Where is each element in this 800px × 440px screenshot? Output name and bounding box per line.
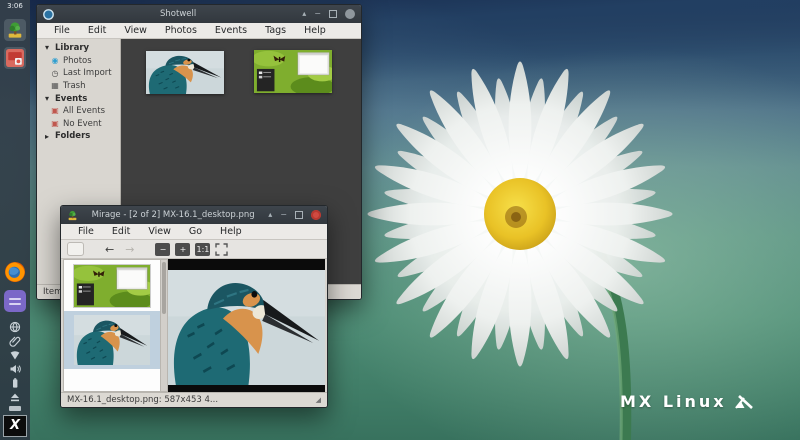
network-icon[interactable] — [8, 320, 22, 333]
mirage-toolbar: ← → − + 1:1 — [61, 240, 327, 259]
firefox-icon[interactable] — [4, 261, 26, 283]
expander-icon[interactable]: ▸ — [42, 132, 52, 142]
menu-tags[interactable]: Tags — [256, 25, 295, 36]
mirage-image-view — [168, 259, 325, 392]
app-menu-icon[interactable] — [4, 290, 26, 312]
system-tray — [8, 320, 22, 403]
trash-icon: ▦ — [50, 81, 60, 91]
shotwell-menubar: File Edit View Photos Events Tags Help — [37, 23, 361, 39]
mirage-launcher-icon[interactable] — [4, 47, 26, 69]
back-button[interactable]: ← — [102, 244, 117, 255]
forward-button[interactable]: → — [122, 244, 137, 255]
window-title: Shotwell — [58, 9, 298, 19]
menu-edit[interactable]: Edit — [79, 25, 115, 36]
mirage-thumbnail-pane — [63, 259, 161, 392]
menu-photos[interactable]: Photos — [156, 25, 206, 36]
close-icon[interactable] — [345, 9, 355, 19]
sidebar-item-no-event[interactable]: ▣ No Event — [37, 118, 120, 131]
no-event-icon: ▣ — [50, 119, 60, 129]
desktop: MX Linux 3:06 — [0, 0, 800, 440]
all-events-icon: ▣ — [50, 106, 60, 116]
sidebar-section-folders[interactable]: ▸ Folders — [37, 130, 120, 143]
thumbnail-desktop-screenshot[interactable] — [74, 265, 150, 307]
shotwell-launcher-icon[interactable] — [4, 19, 26, 41]
maximize-icon[interactable] — [329, 10, 337, 18]
open-file-button[interactable] — [67, 242, 84, 256]
mirage-titlebar[interactable]: Mirage - [2 of 2] MX-16.1_desktop.png ▴ … — [61, 206, 327, 224]
panel-clock: 3:06 — [7, 2, 23, 10]
menu-view[interactable]: View — [115, 25, 156, 36]
menu-file[interactable]: File — [69, 226, 103, 237]
thumbnail-kingfisher-selected[interactable] — [74, 315, 150, 365]
expander-icon[interactable]: ▾ — [42, 94, 52, 104]
taskbar-panel: 3:06 — [0, 0, 30, 440]
minimize-icon[interactable]: − — [314, 10, 321, 18]
mirage-statusbar: MX-16.1_desktop.png: 587x453 4... ◢ — [61, 392, 327, 407]
sidebar-item-last-import[interactable]: ◷ Last Import — [37, 67, 120, 80]
menu-edit[interactable]: Edit — [103, 226, 139, 237]
sidebar-item-all-events[interactable]: ▣ All Events — [37, 105, 120, 118]
wifi-icon[interactable] — [8, 348, 22, 361]
shotwell-titlebar[interactable]: Shotwell ▴ − — [37, 5, 361, 23]
clipboard-icon[interactable] — [8, 334, 22, 347]
menu-help[interactable]: Help — [295, 25, 335, 36]
close-icon[interactable] — [311, 210, 321, 220]
sidebar-section-events[interactable]: ▾ Events — [37, 93, 120, 106]
mx-menu-button[interactable]: X — [3, 415, 27, 437]
sidebar-item-trash[interactable]: ▦ Trash — [37, 80, 120, 93]
status-text: MX-16.1_desktop.png: 587x453 4... — [67, 395, 218, 405]
window-title: Mirage - [2 of 2] MX-16.1_desktop.png — [82, 210, 264, 220]
last-import-icon: ◷ — [50, 69, 60, 79]
sidebar-item-photos[interactable]: ◉ Photos — [37, 55, 120, 68]
menu-events[interactable]: Events — [206, 25, 256, 36]
thumbnail-scrollbar[interactable] — [161, 259, 168, 392]
volume-icon[interactable] — [8, 362, 22, 375]
menu-help[interactable]: Help — [211, 226, 251, 237]
menu-file[interactable]: File — [45, 25, 79, 36]
mx-linux-brand: MX Linux — [620, 392, 753, 411]
rollup-icon[interactable]: ▴ — [268, 211, 272, 219]
zoom-actual-button[interactable]: 1:1 — [195, 243, 210, 256]
show-desktop-button[interactable] — [9, 406, 21, 411]
thumbnail-kingfisher[interactable] — [146, 51, 224, 94]
menu-view[interactable]: View — [139, 226, 180, 237]
menu-go[interactable]: Go — [180, 226, 211, 237]
eject-icon[interactable] — [8, 390, 22, 403]
mx-logo-icon — [735, 394, 753, 409]
zoom-out-button[interactable]: − — [155, 243, 170, 256]
brand-text: MX Linux — [620, 392, 727, 411]
mirage-menubar: File Edit View Go Help — [61, 224, 327, 240]
mirage-app-icon — [67, 210, 78, 221]
shotwell-app-icon — [43, 9, 54, 20]
photos-icon: ◉ — [50, 56, 60, 66]
main-image-kingfisher — [168, 270, 325, 385]
expander-icon[interactable]: ▾ — [42, 43, 52, 53]
sidebar-section-library[interactable]: ▾ Library — [37, 42, 120, 55]
battery-icon[interactable] — [8, 376, 22, 389]
statusbar-resize-grip[interactable]: ◢ — [316, 396, 321, 404]
mirage-window: Mirage - [2 of 2] MX-16.1_desktop.png ▴ … — [60, 205, 328, 408]
rollup-icon[interactable]: ▴ — [302, 10, 306, 18]
thumbnail-selection — [64, 311, 160, 369]
zoom-in-button[interactable]: + — [175, 243, 190, 256]
fullscreen-button[interactable] — [215, 243, 228, 256]
minimize-icon[interactable]: − — [280, 211, 287, 219]
thumbnail-desktop-screenshot[interactable] — [254, 50, 332, 93]
maximize-icon[interactable] — [295, 211, 303, 219]
